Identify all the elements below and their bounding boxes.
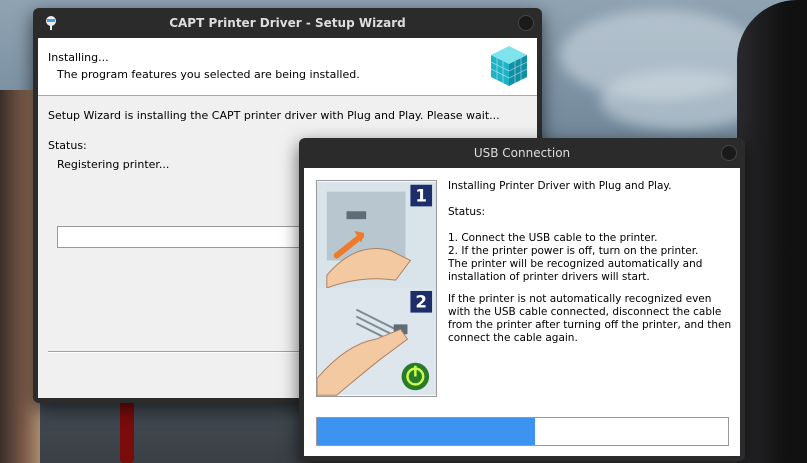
- wallpaper-detail: [120, 400, 134, 463]
- usb-note-4: connect the cable again.: [448, 332, 578, 344]
- usb-progress-bar: [316, 417, 729, 446]
- wizard-subheading: The program features you selected are be…: [57, 68, 360, 81]
- wizard-title: CAPT Printer Driver - Setup Wizard: [169, 16, 406, 30]
- wizard-message: Setup Wizard is installing the CAPT prin…: [48, 109, 500, 122]
- usb-step-2b: The printer will be recognized automatic…: [448, 258, 703, 270]
- illustration-step-1: 1: [415, 185, 427, 205]
- status-label: Status:: [48, 139, 87, 152]
- usb-dialog-body: 1 2 Installing Printer Driver with Plug …: [304, 168, 740, 456]
- wizard-header: Installing... The program features you s…: [38, 38, 537, 96]
- usb-instructions: Installing Printer Driver with Plug and …: [448, 180, 733, 345]
- usb-note-2: with the USB cable connected, disconnect…: [448, 306, 722, 318]
- connection-illustration: 1 2: [316, 180, 437, 397]
- usb-intro: Installing Printer Driver with Plug and …: [448, 180, 672, 192]
- usb-connection-window: USB Connection 1 2 Installing Printer Dr…: [299, 138, 745, 461]
- usb-step-2: 2. If the printer power is off, turn on …: [448, 245, 699, 257]
- status-value: Registering printer...: [57, 158, 170, 171]
- wallpaper-cloud: [600, 70, 760, 130]
- usb-titlebar[interactable]: USB Connection: [299, 138, 745, 168]
- close-button[interactable]: [518, 15, 534, 31]
- usb-progress-fill: [317, 418, 535, 445]
- usb-step-2c: installation of printer drivers will sta…: [448, 271, 650, 283]
- wallpaper-figure: [737, 0, 807, 463]
- usb-step-1: 1. Connect the USB cable to the printer.: [448, 232, 658, 244]
- wizard-heading: Installing...: [48, 51, 109, 64]
- usb-dialog-title: USB Connection: [473, 146, 571, 160]
- wizard-titlebar[interactable]: CAPT Printer Driver - Setup Wizard: [33, 8, 542, 38]
- installer-cube-icon: [490, 46, 528, 86]
- usb-note-1: If the printer is not automatically reco…: [448, 293, 712, 305]
- close-button[interactable]: [721, 145, 737, 161]
- usb-status-label: Status:: [448, 206, 485, 218]
- illustration-step-2: 2: [415, 292, 427, 312]
- setup-icon: [46, 16, 56, 30]
- usb-note-3: from the printer after turning off the p…: [448, 319, 732, 331]
